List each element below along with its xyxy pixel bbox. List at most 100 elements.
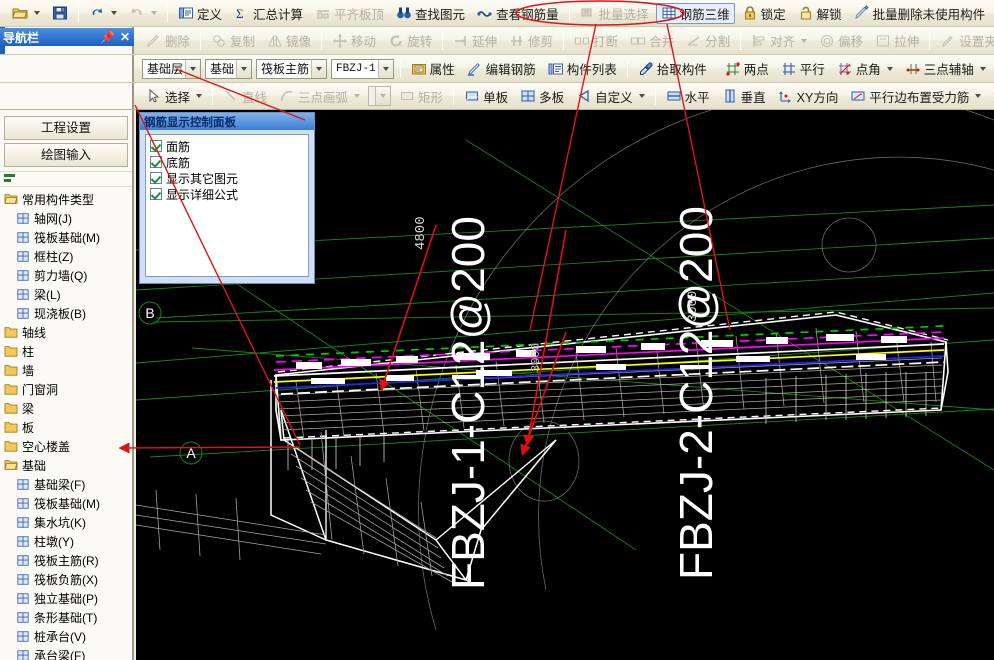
- select-tool-button[interactable]: 选择: [141, 86, 207, 107]
- save-button[interactable]: [47, 3, 73, 24]
- unlock-button[interactable]: 解锁: [793, 3, 847, 24]
- single-slab-button[interactable]: 单板: [459, 86, 513, 107]
- tree-item-11[interactable]: 梁: [2, 399, 132, 418]
- tree-item-5[interactable]: 梁(L): [2, 285, 132, 304]
- project-settings-button[interactable]: 工程设置: [4, 116, 128, 140]
- tree-item-21[interactable]: 独立基础(P): [2, 589, 132, 608]
- three-point-arc-dropdown-caret[interactable]: [354, 94, 361, 98]
- move-button[interactable]: 移动: [327, 30, 381, 51]
- three-point-aux-axis-dropdown-caret[interactable]: [979, 66, 986, 71]
- floor-combo[interactable]: 基础层: [142, 58, 202, 79]
- rebar-option-row[interactable]: 底筋: [150, 154, 308, 170]
- tree-item-9[interactable]: 墙: [2, 361, 132, 380]
- tree-item-10[interactable]: 门窗洞: [2, 380, 132, 399]
- delete-button[interactable]: 删除: [141, 30, 195, 51]
- tree-item-13[interactable]: 空心楼盖: [2, 437, 132, 456]
- tree-item-7[interactable]: 轴线: [2, 323, 132, 342]
- align-button[interactable]: 对齐: [746, 30, 812, 51]
- split-button[interactable]: 分割: [681, 30, 735, 51]
- multi-slab-button[interactable]: 多板: [515, 86, 569, 107]
- open-dropdown-caret[interactable]: [34, 11, 40, 15]
- tree-item-0[interactable]: 常用构件类型: [2, 190, 132, 209]
- tree-item-23[interactable]: 桩承台(V): [2, 627, 132, 646]
- checkbox-3[interactable]: [150, 188, 162, 200]
- align-slab-top-button[interactable]: 平齐板顶: [310, 3, 389, 24]
- view-rebar-qty-button[interactable]: 查看钢筋量: [472, 3, 564, 24]
- point-angle-dropdown-caret[interactable]: [886, 66, 893, 71]
- pin-icon[interactable]: 📌: [100, 30, 115, 44]
- edit-rebar-button[interactable]: 编辑钢筋: [462, 58, 541, 79]
- rebar-display-control-panel[interactable]: 钢筋显示控制面板 面筋 底筋 显示其它图元 显示详细公式: [139, 112, 315, 284]
- mirror-button[interactable]: 镜像: [262, 30, 316, 51]
- category-combo[interactable]: 基础: [205, 58, 253, 79]
- checkbox-1[interactable]: [150, 156, 162, 168]
- copy-button[interactable]: 复制: [206, 30, 260, 51]
- parallel-edge-rebar-button[interactable]: 平行边布置受力筋: [845, 86, 986, 107]
- tree-item-20[interactable]: 筏板负筋(X): [2, 570, 132, 589]
- redo-dropdown-caret[interactable]: [151, 11, 157, 15]
- tree-item-2[interactable]: 筏板基础(M): [2, 228, 132, 247]
- line-button[interactable]: 直线: [218, 86, 272, 107]
- lock-button[interactable]: 锁定: [737, 3, 791, 24]
- point-angle-button[interactable]: 点角: [832, 58, 898, 79]
- component-list-button[interactable]: 构件列表: [543, 58, 622, 79]
- find-element-button[interactable]: 查找图元: [391, 3, 470, 24]
- parallel-axis-button[interactable]: 平行: [776, 58, 830, 79]
- component-combo-button[interactable]: [377, 59, 393, 78]
- select-tool-dropdown-caret[interactable]: [196, 94, 203, 98]
- radial-rebar-button[interactable]: 放射筋: [988, 86, 994, 107]
- tree-item-18[interactable]: 柱墩(Y): [2, 532, 132, 551]
- tree-item-22[interactable]: 条形基础(T): [2, 608, 132, 627]
- tree-item-24[interactable]: 承台梁(F): [2, 646, 132, 660]
- list-view-icon[interactable]: [3, 173, 17, 185]
- rebar-option-row[interactable]: 显示其它图元: [150, 170, 308, 186]
- undo-button[interactable]: [84, 3, 122, 24]
- define-button[interactable]: 定义: [173, 3, 227, 24]
- checkbox-0[interactable]: [150, 140, 162, 152]
- close-icon[interactable]: ✕: [120, 30, 130, 44]
- parallel-edge-rebar-dropdown-caret[interactable]: [975, 94, 982, 98]
- align-dropdown-caret[interactable]: [801, 38, 808, 43]
- undo-dropdown-caret[interactable]: [111, 11, 117, 15]
- checkbox-2[interactable]: [150, 172, 162, 184]
- horizontal-button[interactable]: 水平: [661, 86, 715, 107]
- trim-button[interactable]: 修剪: [504, 30, 558, 51]
- rebar-3d-button[interactable]: 钢筋三维: [655, 2, 735, 24]
- rotate-button[interactable]: 旋转: [383, 30, 437, 51]
- tree-item-14[interactable]: 基础: [2, 456, 132, 475]
- tree-item-3[interactable]: 框柱(Z): [2, 247, 132, 266]
- rebar-option-row[interactable]: 显示详细公式: [150, 186, 308, 202]
- tree-item-1[interactable]: 轴网(J): [2, 209, 132, 228]
- extend-button[interactable]: 延伸: [448, 30, 502, 51]
- arc-param-combo-button[interactable]: [375, 87, 391, 105]
- vertical-button[interactable]: 垂直: [717, 86, 771, 107]
- redo-button[interactable]: [124, 3, 162, 24]
- properties-button[interactable]: 属性: [406, 58, 460, 79]
- tree-item-4[interactable]: 剪力墙(Q): [2, 266, 132, 285]
- rectangle-button[interactable]: 矩形: [394, 86, 448, 107]
- open-button[interactable]: [7, 3, 45, 24]
- drawing-input-button[interactable]: 绘图输入: [4, 143, 128, 167]
- tree-item-6[interactable]: 现浇板(B): [2, 304, 132, 323]
- summary-calc-button[interactable]: Σ 汇总计算: [229, 3, 308, 24]
- pick-component-button[interactable]: 拾取构件: [633, 58, 712, 79]
- batch-delete-unused-button[interactable]: 批量删除未使用构件: [849, 3, 991, 24]
- two-point-axis-button[interactable]: 两点: [720, 58, 774, 79]
- batch-select-button[interactable]: 批量选择: [575, 3, 654, 24]
- custom-dropdown-caret[interactable]: [638, 94, 645, 98]
- tree-item-17[interactable]: 集水坑(K): [2, 513, 132, 532]
- set-grip-button[interactable]: 设置夹点: [935, 30, 994, 51]
- custom-button[interactable]: 自定义: [571, 86, 650, 107]
- category-combo-button[interactable]: [236, 59, 252, 78]
- tree-item-16[interactable]: 筏板基础(M): [2, 494, 132, 513]
- component-combo[interactable]: FBZJ-1: [331, 58, 394, 79]
- arc-param-combo[interactable]: [368, 86, 392, 106]
- merge-button[interactable]: 合并: [625, 30, 679, 51]
- tree-item-15[interactable]: 基础梁(F): [2, 475, 132, 494]
- tree-item-12[interactable]: 板: [2, 418, 132, 437]
- floor-combo-button[interactable]: [185, 59, 201, 78]
- break-button[interactable]: 打断: [569, 30, 623, 51]
- three-point-arc-button[interactable]: 三点画弧: [274, 86, 365, 107]
- tree-item-19[interactable]: 筏板主筋(R): [2, 551, 132, 570]
- stretch-button[interactable]: 拉伸: [870, 30, 924, 51]
